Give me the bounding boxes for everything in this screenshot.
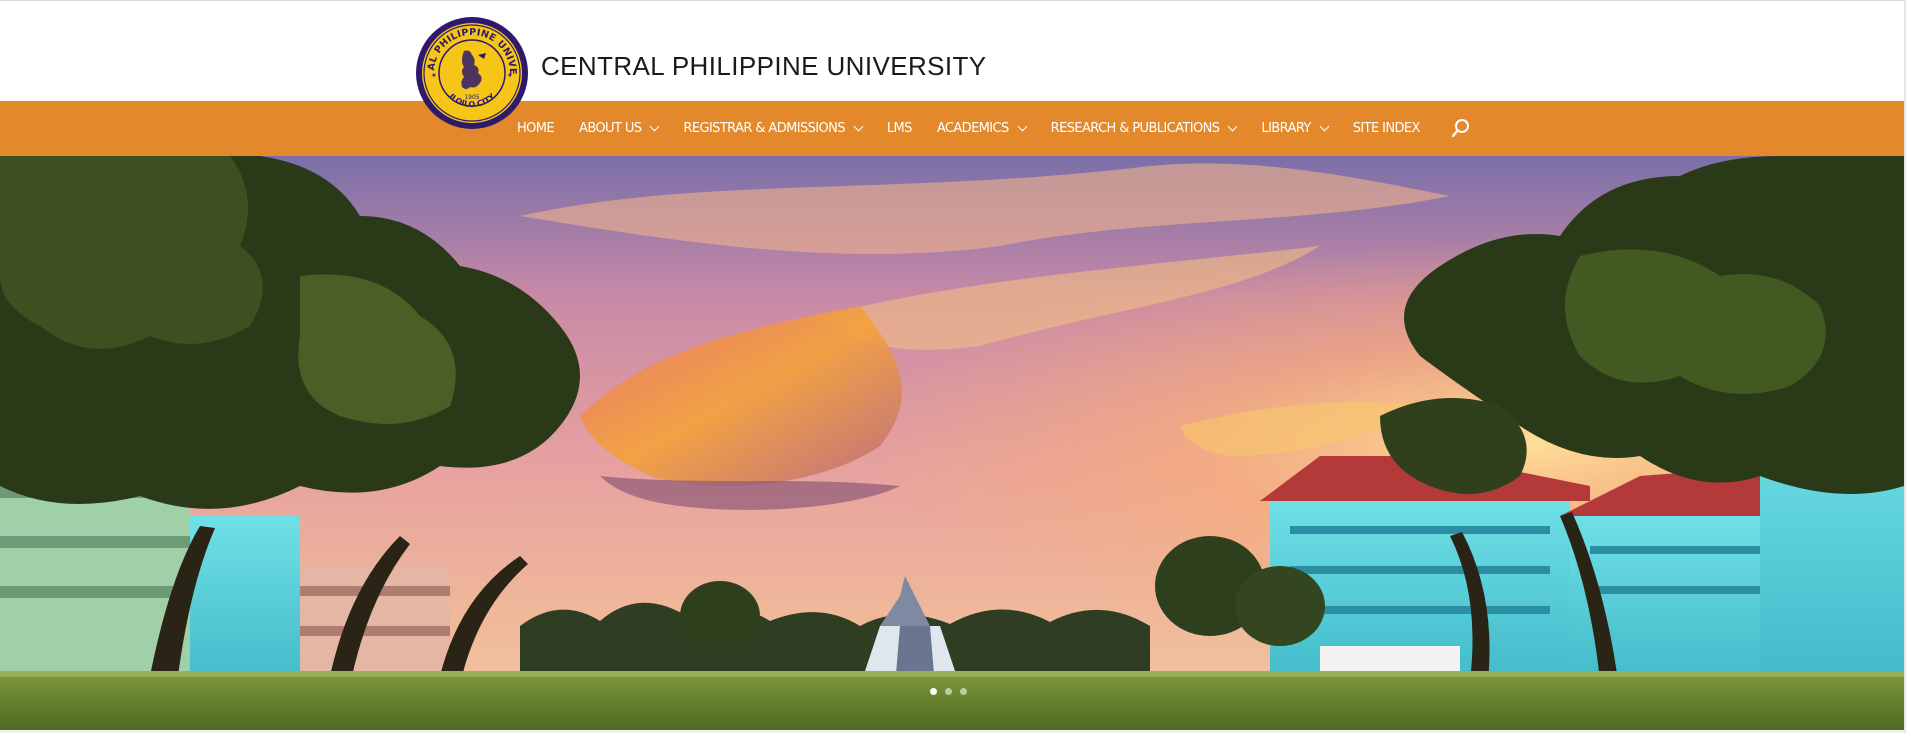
nav-item-label: RESEARCH & PUBLICATIONS: [1050, 121, 1220, 136]
slider-dot[interactable]: [930, 688, 937, 695]
nav-item-site-index[interactable]: SITE INDEX: [1352, 121, 1421, 136]
slider-dot[interactable]: [960, 688, 967, 695]
nav-item-academics[interactable]: ACADEMICS: [936, 121, 1028, 136]
nav-item-label: ACADEMICS: [936, 121, 1009, 136]
nav-item-about-us[interactable]: ABOUT US: [579, 121, 660, 136]
nav-item-label: SITE INDEX: [1352, 121, 1421, 136]
slider-dots: [930, 688, 967, 695]
nav-item-label: LMS: [886, 121, 913, 136]
slider-dot[interactable]: [945, 688, 952, 695]
nav-item-research-publications[interactable]: RESEARCH & PUBLICATIONS: [1050, 121, 1238, 136]
page: CENTRAL PHILIPPINE UNIVERSITY HOME ABOUT…: [0, 0, 1906, 733]
nav-item-lms[interactable]: LMS: [886, 121, 913, 136]
svg-text:★: ★: [431, 72, 436, 79]
site-header: CENTRAL PHILIPPINE UNIVERSITY: [0, 0, 1904, 101]
site-title[interactable]: CENTRAL PHILIPPINE UNIVERSITY: [541, 51, 987, 82]
svg-text:★: ★: [507, 72, 512, 79]
main-nav: HOME ABOUT US REGISTRAR & ADMISSIONS LMS…: [517, 101, 1445, 156]
university-logo[interactable]: CENTRAL PHILIPPINE UNIVERSITY ILOILO CIT…: [409, 7, 530, 131]
nav-item-label: ABOUT US: [579, 121, 642, 136]
chevron-down-icon: [1319, 121, 1330, 132]
nav-item-label: REGISTRAR & ADMISSIONS: [683, 121, 845, 136]
main-navbar: HOME ABOUT US REGISTRAR & ADMISSIONS LMS…: [0, 101, 1904, 156]
chevron-down-icon: [649, 121, 660, 132]
hero-image: [0, 156, 1904, 730]
chevron-down-icon: [1017, 121, 1028, 132]
logo-year: 1905: [464, 94, 479, 101]
search-button[interactable]: [1450, 117, 1472, 139]
nav-item-label: LIBRARY: [1261, 121, 1311, 136]
search-icon: [1451, 119, 1469, 138]
nav-item-library[interactable]: LIBRARY: [1261, 121, 1330, 136]
nav-item-registrar-admissions[interactable]: REGISTRAR & ADMISSIONS: [683, 121, 864, 136]
university-seal-logo: CENTRAL PHILIPPINE UNIVERSITY ILOILO CIT…: [409, 7, 528, 129]
chevron-down-icon: [1227, 121, 1238, 132]
hero-banner[interactable]: [0, 156, 1904, 730]
chevron-down-icon: [853, 121, 864, 132]
